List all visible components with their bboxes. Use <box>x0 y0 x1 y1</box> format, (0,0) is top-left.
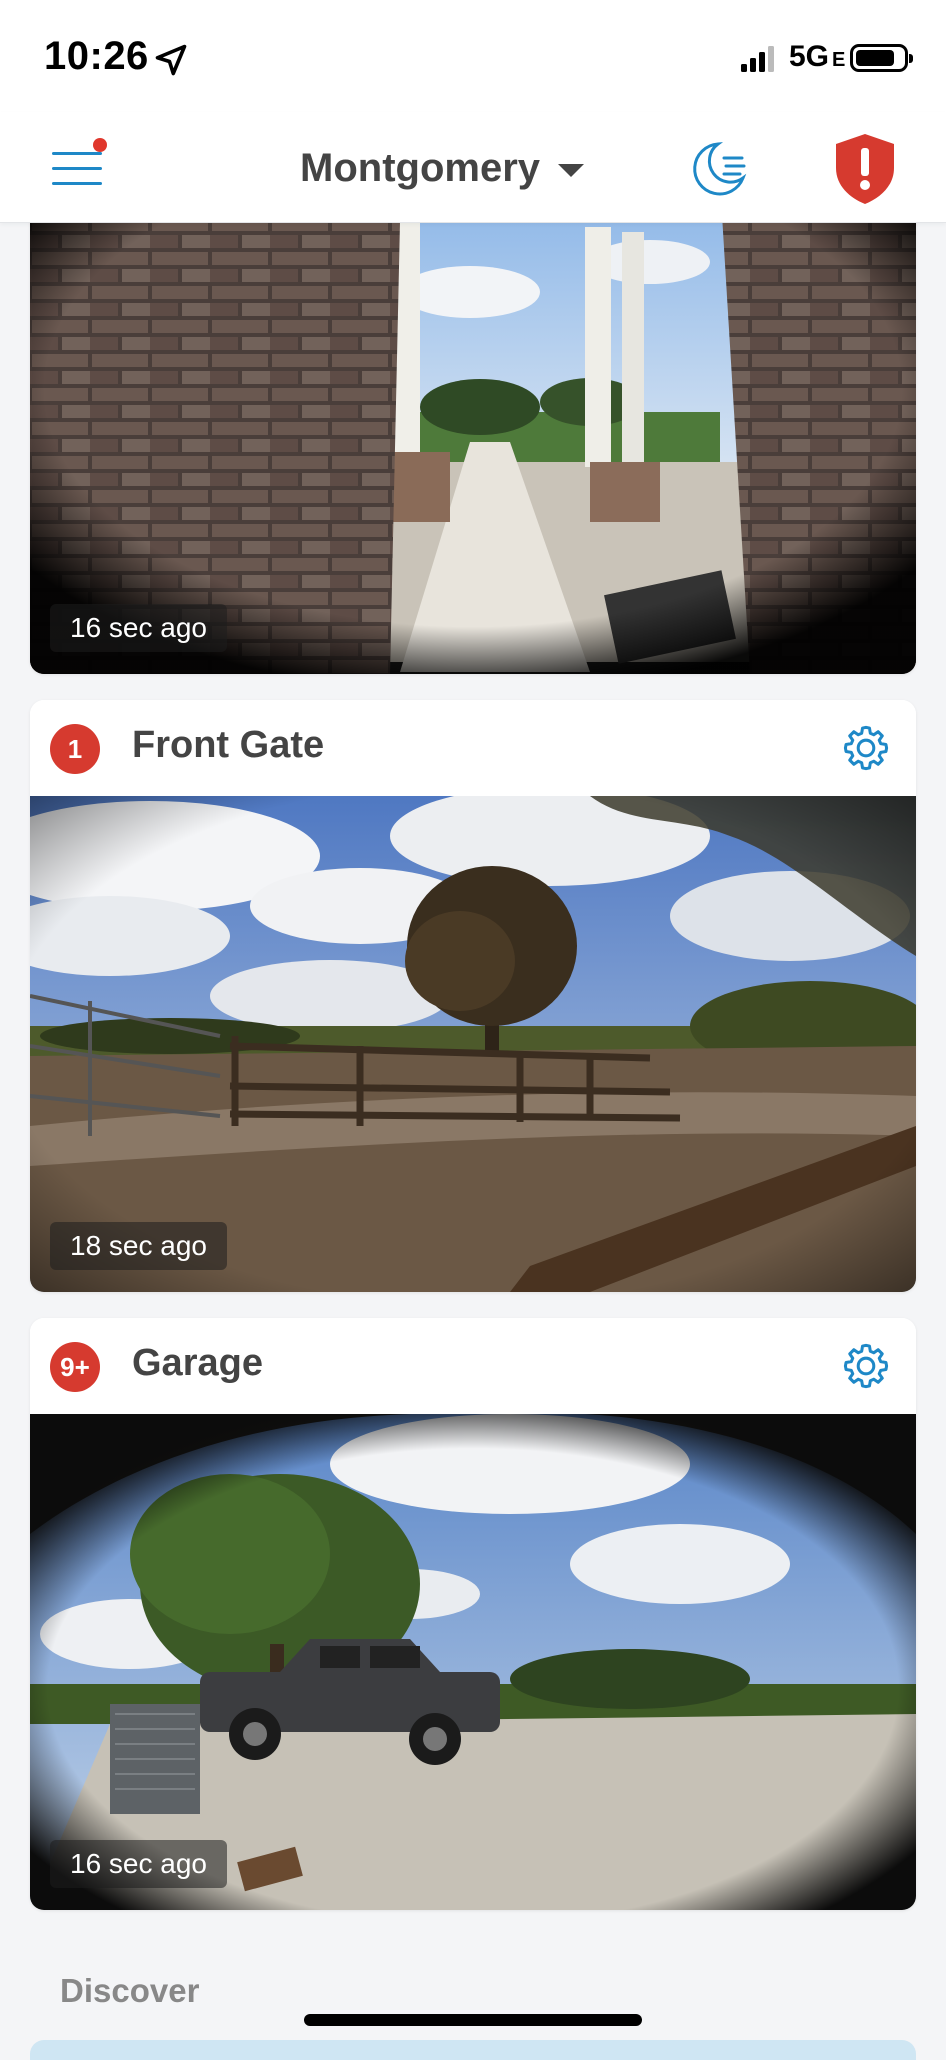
app-header: Montgomery <box>0 112 946 223</box>
camera-card-porch[interactable]: 16 sec ago <box>30 182 916 674</box>
event-count-badge: 9+ <box>50 1342 100 1392</box>
discover-heading: Discover <box>60 1972 200 2009</box>
event-count-badge: 1 <box>50 724 100 774</box>
camera-snapshot <box>30 796 916 1292</box>
camera-snapshot <box>30 182 916 674</box>
camera-card-header: 9+ Garage <box>30 1318 916 1414</box>
camera-name: Front Gate <box>132 724 325 766</box>
camera-card-header: 1 Front Gate <box>30 700 916 796</box>
location-arrow-icon <box>155 44 187 76</box>
camera-snapshot <box>30 1414 916 1910</box>
status-time: 10:26 <box>44 34 149 78</box>
camera-feed[interactable]: 16 sec ago <box>30 1414 916 1910</box>
location-label: Montgomery <box>300 145 540 190</box>
network-type: 5G <box>789 40 830 73</box>
network-indicator: 5G E <box>789 40 845 74</box>
battery-icon <box>850 44 913 72</box>
discover-card[interactable] <box>30 2040 916 2060</box>
notification-dot <box>93 138 107 152</box>
cellular-signal-icon <box>741 46 774 72</box>
home-indicator[interactable] <box>304 2014 642 2026</box>
gear-icon[interactable] <box>840 1340 892 1392</box>
snapshot-timestamp: 16 sec ago <box>50 604 227 652</box>
menu-button[interactable] <box>48 138 112 198</box>
gear-icon[interactable] <box>840 722 892 774</box>
camera-card-garage[interactable]: 9+ Garage 16 sec ago <box>30 1318 916 1910</box>
camera-feed[interactable]: 18 sec ago <box>30 796 916 1292</box>
camera-card-front-gate[interactable]: 1 Front Gate 18 sec ago <box>30 700 916 1292</box>
status-bar: 10:26 5G E <box>0 0 946 112</box>
network-suffix: E <box>832 49 846 71</box>
caret-down-icon <box>558 163 584 177</box>
camera-feed[interactable]: 16 sec ago <box>30 182 916 674</box>
snapshot-timestamp: 16 sec ago <box>50 1840 227 1888</box>
location-selector[interactable]: Montgomery <box>300 140 584 196</box>
alert-shield-icon[interactable] <box>832 132 898 206</box>
camera-name: Garage <box>132 1342 263 1384</box>
snapshot-timestamp: 18 sec ago <box>50 1222 227 1270</box>
moon-mode-icon[interactable] <box>688 138 750 200</box>
